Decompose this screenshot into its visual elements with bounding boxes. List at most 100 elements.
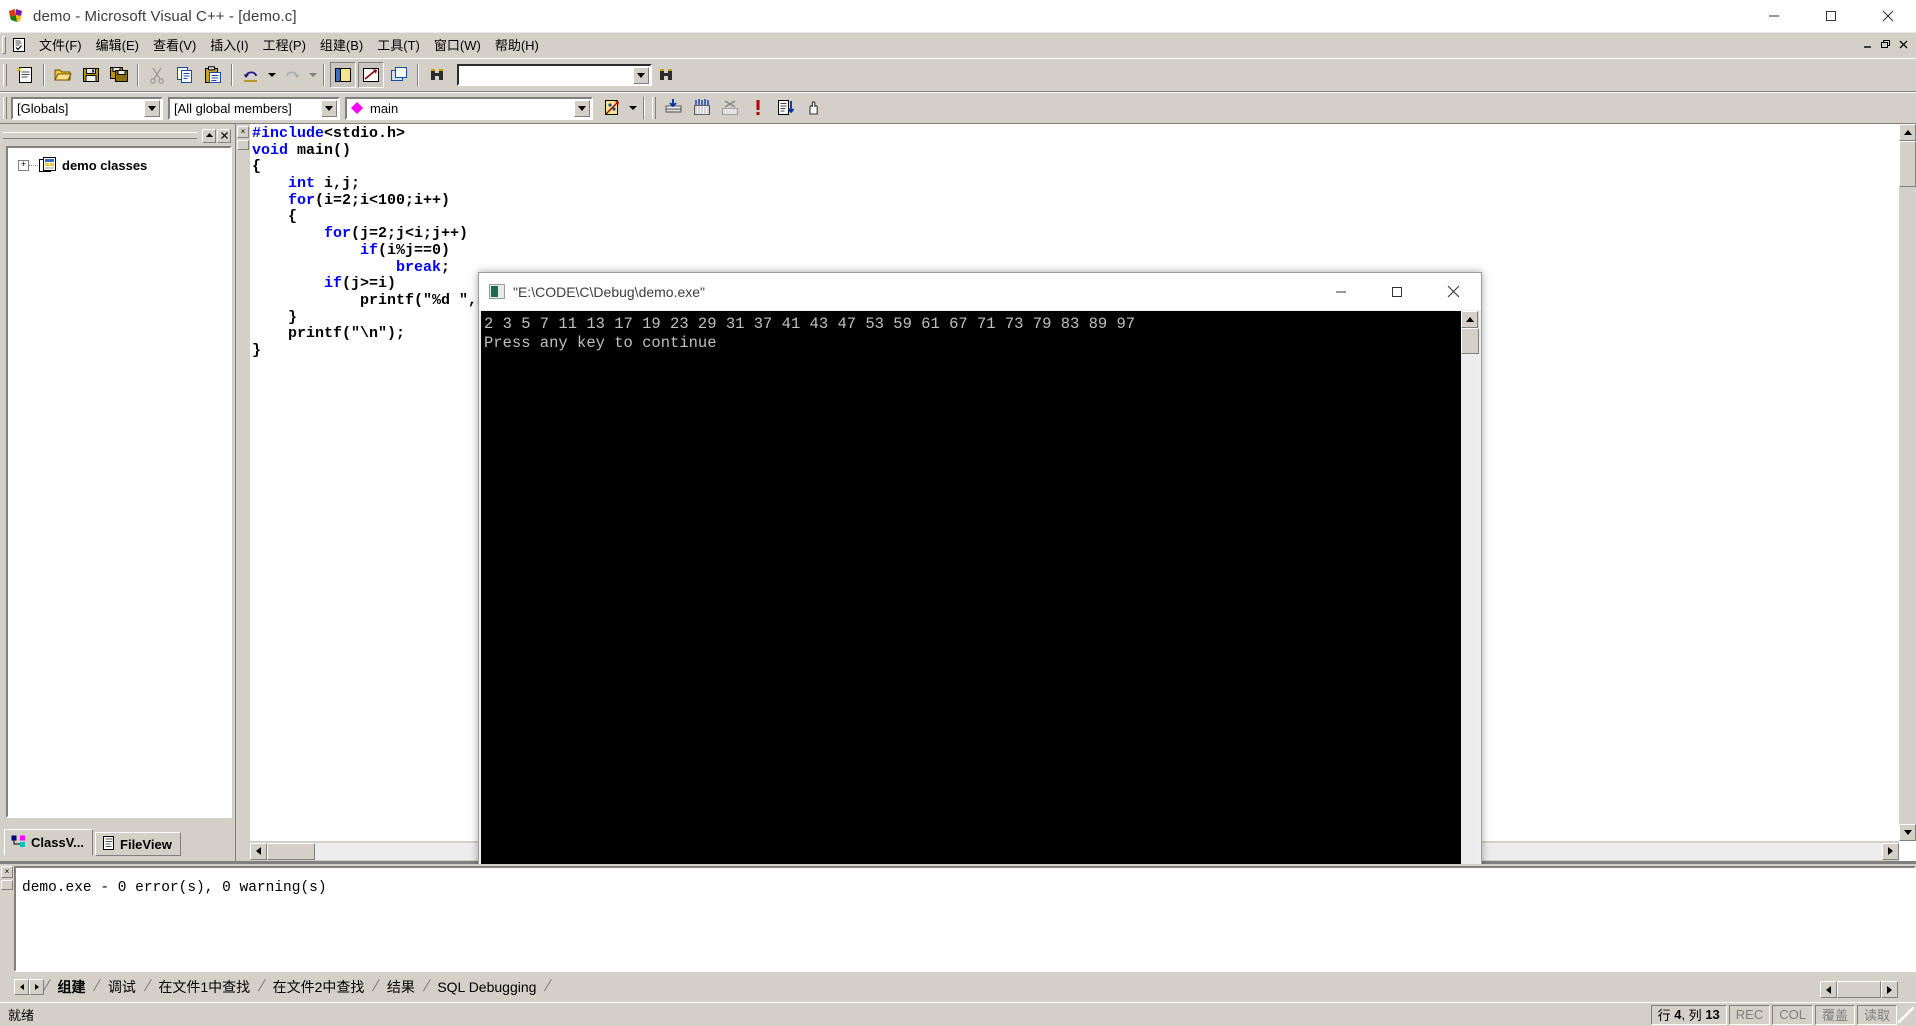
window-list-icon[interactable] [386, 62, 412, 88]
window-minimize-button[interactable] [1745, 0, 1802, 33]
menu-help[interactable]: 帮助(H) [488, 33, 546, 56]
output-scroll-left-arrow[interactable] [1820, 981, 1837, 998]
resize-grip[interactable] [1898, 1006, 1914, 1023]
paste-icon[interactable] [200, 62, 226, 88]
undo-icon[interactable] [238, 62, 264, 88]
stop-build-icon[interactable] [717, 95, 743, 121]
editor-scroll-down-arrow[interactable] [1899, 824, 1916, 841]
classwizard-icon[interactable] [599, 95, 625, 121]
output-tab-0[interactable]: 组建 [48, 976, 94, 998]
redo-dropdown-arrow[interactable] [306, 62, 319, 88]
menu-file[interactable]: 文件(F) [32, 33, 89, 56]
find-in-files-binoculars-icon[interactable] [424, 62, 450, 88]
output-tab-2[interactable]: 在文件1中查找 [149, 976, 259, 998]
cut-scissors-icon[interactable] [144, 62, 170, 88]
output-tab-1[interactable]: 调试 [99, 976, 145, 998]
output-scroll-up-button[interactable] [1, 880, 13, 890]
line-value: 4 [1674, 1007, 1682, 1022]
menu-tools[interactable]: 工具(T) [370, 33, 427, 56]
workspace-window-icon[interactable] [330, 62, 356, 88]
workspace-pane-tabs: ClassV... FileView [4, 829, 183, 856]
classwizard-dropdown-arrow[interactable] [626, 95, 639, 121]
compile-icon[interactable] [661, 95, 687, 121]
editor-close-button[interactable]: × [237, 126, 249, 138]
window-close-button[interactable] [1859, 0, 1916, 33]
menu-build[interactable]: 组建(B) [313, 33, 370, 56]
mdi-close-button[interactable] [1895, 37, 1912, 52]
copy-icon[interactable] [172, 62, 198, 88]
menu-insert[interactable]: 插入(I) [203, 33, 255, 56]
menu-view[interactable]: 查看(V) [146, 33, 203, 56]
editor-scroll-up-button[interactable] [237, 140, 249, 150]
output-horizontal-scrollbar[interactable] [1820, 981, 1916, 999]
editor-scroll-right-arrow[interactable] [1882, 842, 1899, 860]
tree-expander-icon[interactable]: + [18, 159, 29, 171]
find-dropdown-arrow[interactable] [633, 66, 649, 84]
editor-scroll-left-arrow[interactable] [250, 842, 267, 860]
menubar-drag-grip[interactable] [2, 35, 6, 54]
pane-collapse-button[interactable] [202, 128, 216, 143]
toolbar-drag-grip[interactable] [3, 64, 7, 86]
output-tab-5[interactable]: SQL Debugging [428, 976, 545, 998]
mdi-restore-button[interactable] [1877, 37, 1894, 52]
output-hscroll-thumb[interactable] [1837, 981, 1881, 998]
console-scroll-track[interactable] [1461, 354, 1479, 924]
members-combo-arrow[interactable] [321, 99, 337, 117]
toolbar-separator [231, 64, 233, 86]
workspace-pane-titlebar[interactable] [3, 127, 231, 144]
editor-vscroll-thumb[interactable] [1899, 141, 1916, 187]
status-overwrite-indicator: 覆盖 [1814, 1004, 1855, 1025]
symbol-combo-arrow[interactable] [574, 99, 590, 117]
editor-scroll-up-arrow[interactable] [1899, 124, 1916, 141]
output-scroll-right-arrow[interactable] [1881, 981, 1898, 998]
output-tab-4[interactable]: 结果 [378, 976, 424, 998]
save-all-icon[interactable] [106, 62, 132, 88]
tree-item-demo-classes[interactable]: + demo classes [8, 154, 230, 176]
console-minimize-button[interactable] [1313, 273, 1369, 311]
tab-fileview[interactable]: FileView [95, 832, 181, 856]
members-combo-box[interactable]: [All global members] [168, 96, 340, 120]
console-window[interactable]: "E:\CODE\C\Debug\demo.exe" 2 3 5 7 11 13… [478, 272, 1482, 944]
save-icon[interactable] [78, 62, 104, 88]
build-icon[interactable] [689, 95, 715, 121]
open-folder-icon[interactable] [50, 62, 76, 88]
console-title-bar[interactable]: "E:\CODE\C\Debug\demo.exe" [479, 273, 1481, 311]
menu-project[interactable]: 工程(P) [256, 33, 313, 56]
output-text-box[interactable]: demo.exe - 0 error(s), 0 warning(s) [14, 866, 1916, 972]
symbol-combo-box[interactable]: main [345, 96, 593, 120]
output-tab-3[interactable]: 在文件2中查找 [264, 976, 374, 998]
go-debug-icon[interactable] [773, 95, 799, 121]
output-close-button[interactable]: × [1, 866, 13, 878]
output-window-icon[interactable] [358, 62, 384, 88]
mdi-minimize-button[interactable] [1859, 37, 1876, 52]
find-input[interactable] [459, 66, 633, 84]
undo-dropdown-arrow[interactable] [265, 62, 278, 88]
console-maximize-button[interactable] [1369, 273, 1425, 311]
find-next-binoculars-icon[interactable] [653, 62, 679, 88]
pane-close-button[interactable] [217, 128, 231, 143]
console-scroll-up-arrow[interactable] [1461, 311, 1478, 328]
output-pane-left-strip: × [0, 864, 14, 1002]
build-toolbar-drag-grip[interactable] [652, 97, 656, 119]
editor-hscroll-thumb[interactable] [267, 842, 315, 860]
console-window-controls [1313, 273, 1481, 311]
globals-combo-box[interactable]: [Globals] [11, 96, 163, 120]
console-vertical-scrollbar[interactable] [1461, 311, 1479, 941]
find-combo-box[interactable] [457, 64, 652, 86]
insert-breakpoint-hand-icon[interactable] [801, 95, 827, 121]
console-close-button[interactable] [1425, 273, 1481, 311]
class-view-tree[interactable]: + demo classes [6, 146, 232, 818]
redo-icon[interactable] [279, 62, 305, 88]
globals-combo-arrow[interactable] [144, 99, 160, 117]
new-text-file-icon[interactable] [12, 62, 38, 88]
wizardbar-drag-grip[interactable] [3, 97, 7, 119]
console-scroll-thumb[interactable] [1461, 328, 1479, 354]
menu-edit[interactable]: 编辑(E) [89, 33, 146, 56]
editor-vertical-scrollbar[interactable] [1899, 124, 1916, 841]
execute-program-icon[interactable] [745, 95, 771, 121]
tab-classview[interactable]: ClassV... [4, 829, 94, 856]
menu-window[interactable]: 窗口(W) [427, 33, 488, 56]
output-tabs-prev-button[interactable] [14, 979, 29, 995]
window-maximize-button[interactable] [1802, 0, 1859, 33]
status-readonly-indicator: 读取 [1856, 1004, 1897, 1025]
